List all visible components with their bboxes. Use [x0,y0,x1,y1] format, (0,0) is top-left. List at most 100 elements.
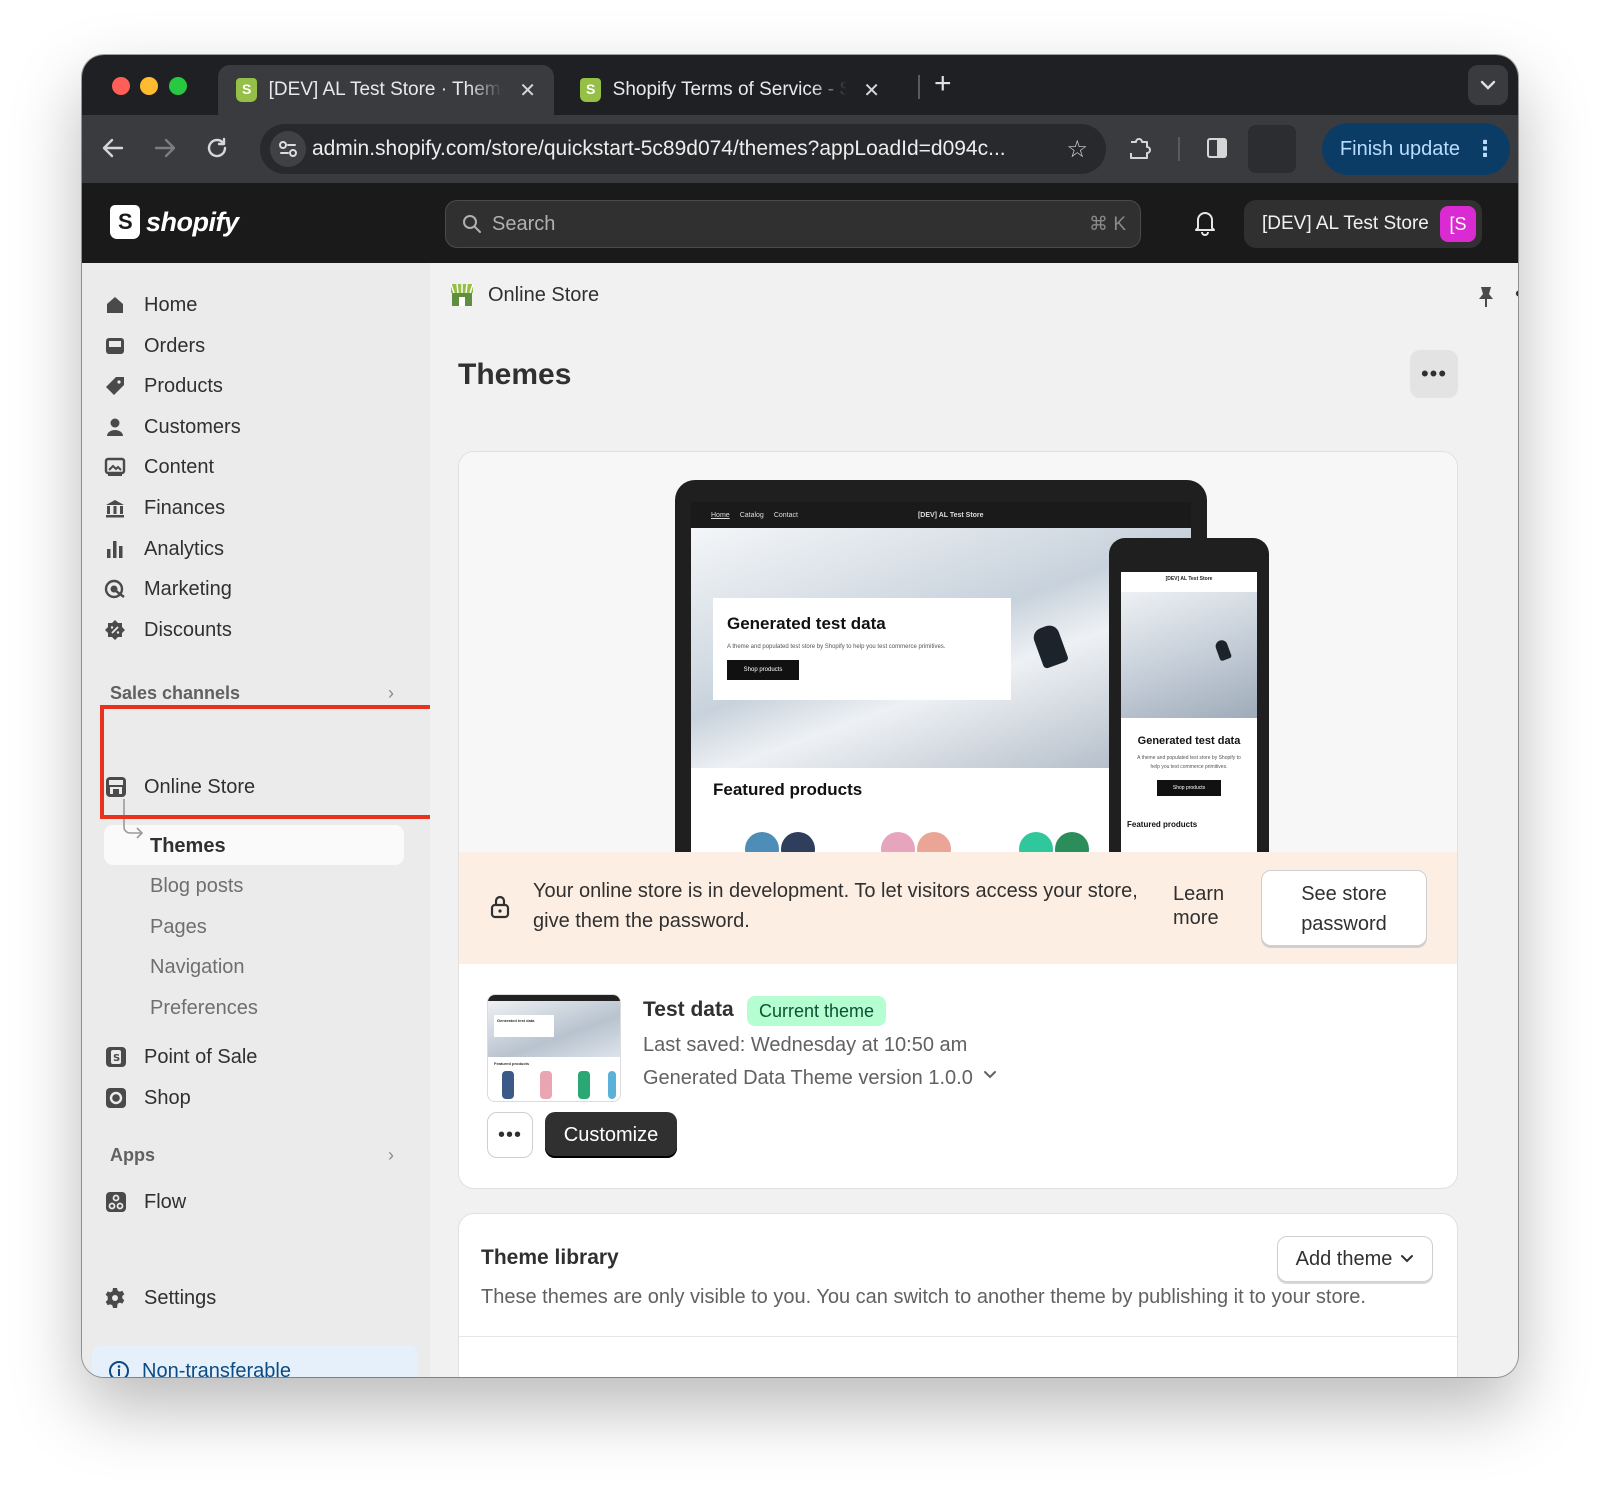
sidebar-item-content[interactable]: Content [104,449,404,485]
close-tab-icon[interactable]: ✕ [519,78,536,103]
close-tab-icon[interactable]: ✕ [863,78,880,103]
tag-icon [104,375,144,397]
preview-hero-box: Generated test data A theme and populate… [713,598,1011,700]
chevron-right-icon[interactable]: › [388,683,394,704]
more-actions-button[interactable]: ••• [1410,350,1458,398]
sidebar-item-navigation[interactable]: Navigation [150,956,245,979]
store-switcher-button[interactable]: [DEV] AL Test Store [S [1244,200,1482,248]
sidebar-item-customers[interactable]: Customers [104,409,404,445]
shopify-favicon-icon [236,78,257,102]
extensions-button[interactable] [1122,131,1156,165]
online-store-icon [450,283,474,306]
minimize-window-button[interactable] [140,77,158,95]
sidebar-item-discounts[interactable]: Discounts [104,612,404,648]
theme-actions-button[interactable]: ••• [487,1112,533,1158]
product-thumb [502,1071,514,1099]
breadcrumb[interactable]: Online Store [448,281,599,309]
bookmark-star-icon[interactable]: ☆ [1066,135,1088,164]
notifications-bell-icon[interactable] [1190,207,1220,237]
theme-library-card: Theme library These themes are only visi… [458,1213,1458,1377]
sidebar-item-flow[interactable]: Flow [104,1184,404,1220]
toolbar-divider [1178,137,1180,161]
forward-button[interactable] [148,131,182,165]
arrow-left-icon [102,138,124,158]
sidebar-item-home[interactable]: Home [104,287,404,323]
tab-divider [918,75,920,99]
sidebar-item-settings[interactable]: Settings [104,1280,404,1316]
sidebar-item-analytics[interactable]: Analytics [104,531,404,567]
address-bar[interactable]: admin.shopify.com/store/quickstart-5c89d… [260,124,1106,174]
non-transferable-banner[interactable]: Non-transferable [92,1345,418,1377]
sidebar-item-point-of-sale[interactable]: S Point of Sale [104,1039,404,1075]
preview-store-name: [DEV] AL Test Store [917,511,984,519]
sidebar-item-finances[interactable]: Finances [104,490,404,526]
bank-icon [104,497,144,519]
reload-icon [207,137,227,158]
sidebar-item-pages[interactable]: Pages [150,916,207,939]
banner-message: Your online store is in development. To … [533,880,1138,932]
theme-thumbnail[interactable]: Generated test data Featured products [487,994,621,1102]
preview-nav-link: Contact [773,511,798,519]
puzzle-icon [1130,138,1151,159]
apps-heading[interactable]: Apps [110,1145,155,1166]
page-actions-menu-icon[interactable]: ••• [1515,281,1518,307]
store-name: [DEV] AL Test Store [1262,213,1429,234]
sidebar-item-label: Products [144,374,223,397]
back-button[interactable] [96,131,130,165]
close-window-button[interactable] [112,77,130,95]
new-tab-button[interactable]: + [934,67,952,101]
sidebar-item-marketing[interactable]: Marketing [104,571,404,607]
tab-search-button[interactable] [1468,65,1508,105]
theme-preview[interactable]: Home Catalog Contact [DEV] AL Test Store… [459,452,1457,852]
theme-library-description: These themes are only visible to you. Yo… [481,1286,1366,1308]
bar-chart-icon [104,538,144,560]
product-thumb [608,1071,616,1099]
add-theme-button[interactable]: Add theme [1277,1236,1433,1282]
sales-channels-heading[interactable]: Sales channels [110,683,240,704]
sidebar-item-themes[interactable]: Themes [150,835,226,858]
shop-app-icon [104,1086,144,1110]
inbox-icon [104,335,144,357]
sidebar-item-preferences[interactable]: Preferences [150,997,258,1020]
site-info-icon[interactable] [270,131,306,167]
shopify-logo[interactable]: shopify [110,205,239,239]
see-store-password-button[interactable]: See store password [1261,870,1427,946]
tab-terms[interactable]: Shopify Terms of Service - Sh ✕ [562,65,898,115]
sidebar-nav: Home Orders Products Customers Content F… [82,263,430,1377]
chevron-right-icon[interactable]: › [388,1145,394,1166]
tab-themes[interactable]: [DEV] AL Test Store · Themes ✕ [218,65,554,115]
shopify-topbar: shopify Search ⌘ K [DEV] AL Test Store [… [82,183,1518,263]
preview-hero-text: A theme and populated test store by Shop… [727,644,946,650]
theme-version-text[interactable]: Generated Data Theme version 1.0.0 [643,1067,973,1090]
sidebar-item-label: Finances [144,496,226,519]
maximize-window-button[interactable] [169,77,187,95]
sidebar-item-blog-posts[interactable]: Blog posts [150,875,243,898]
customize-button[interactable]: Customize [545,1112,677,1158]
thumb-title: Generated test data [494,1015,554,1037]
sidebar-item-shop[interactable]: Shop [104,1080,404,1116]
pin-icon[interactable] [1476,285,1496,314]
product-thumb [540,1071,552,1099]
add-theme-label: Add theme [1295,1247,1393,1270]
profile-button[interactable] [1248,125,1296,173]
discount-icon [104,619,144,641]
preview-nav-link: Catalog [739,511,764,519]
chevron-down-icon[interactable] [983,1067,997,1085]
mobile-hero-button: Shop products [1157,780,1221,796]
reload-button[interactable] [200,131,234,165]
product-thumb [578,1071,590,1099]
sidebar-item-products[interactable]: Products [104,368,404,404]
preview-featured-heading: Featured products [713,780,863,799]
finish-update-button[interactable]: Finish update ⋮ [1321,123,1510,175]
content-icon [104,456,144,478]
side-panel-button[interactable] [1200,131,1234,165]
product-thumb [1055,832,1089,852]
theme-library-title: Theme library [481,1246,619,1269]
sidebar-item-label: Marketing [144,577,232,600]
learn-more-link[interactable]: Learn more [1173,882,1243,930]
sidebar-item-orders[interactable]: Orders [104,328,404,364]
search-input[interactable]: Search ⌘ K [445,200,1141,248]
current-theme-card: Home Catalog Contact [DEV] AL Test Store… [458,451,1458,1189]
flow-icon [104,1190,144,1214]
development-banner: Your online store is in development. To … [459,852,1457,964]
